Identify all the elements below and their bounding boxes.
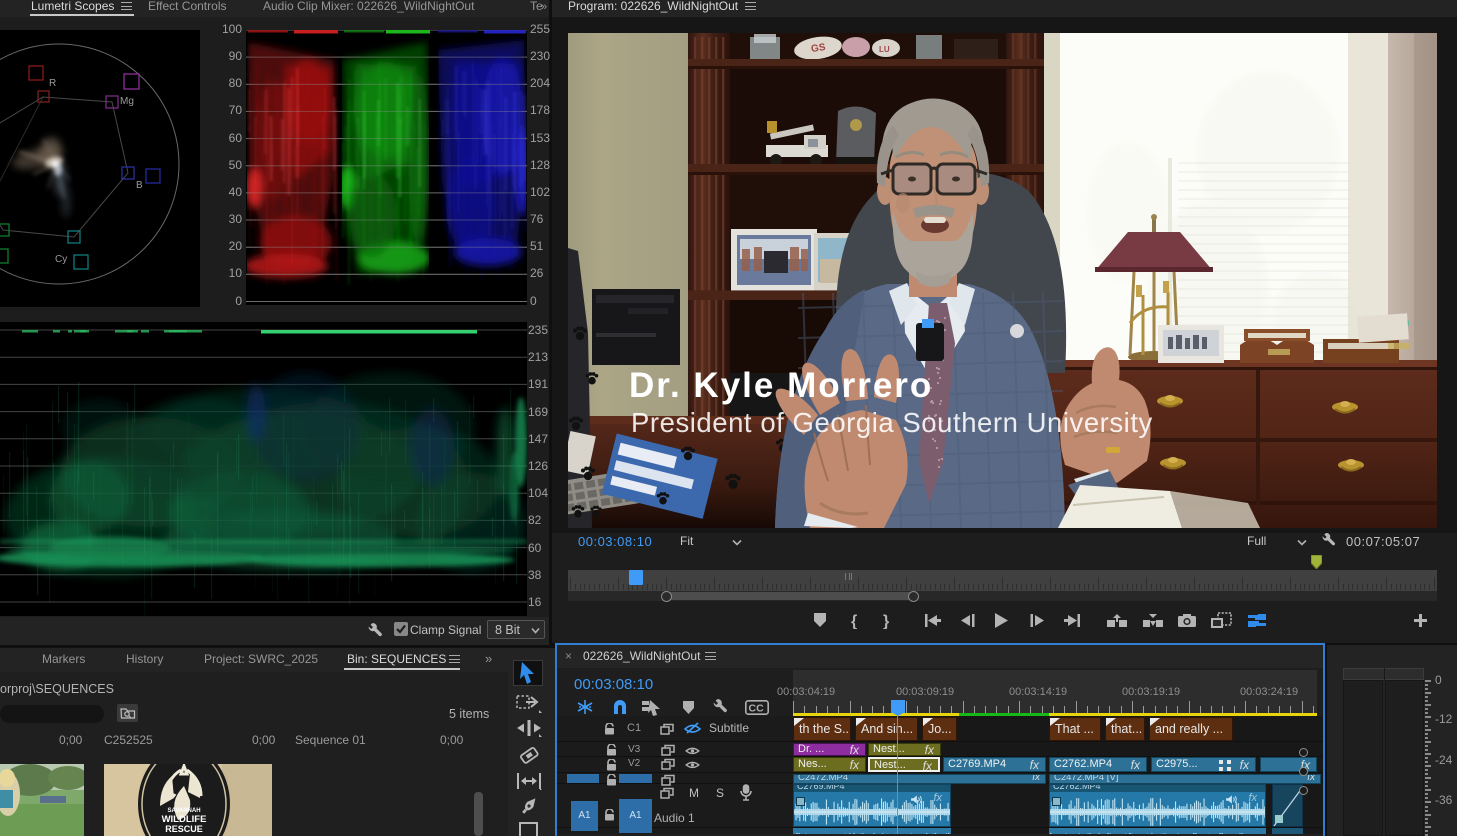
svg-text:}: } <box>883 613 889 629</box>
svg-text:{: { <box>851 613 857 629</box>
svg-text:R: R <box>49 78 56 89</box>
svg-text:RESCUE: RESCUE <box>165 824 203 834</box>
svg-text:Cy: Cy <box>55 254 67 265</box>
svg-text:President of Georgia Southern: President of Georgia Southern University <box>631 407 1153 438</box>
svg-text:LU: LU <box>879 45 890 54</box>
svg-text:GS: GS <box>810 42 826 55</box>
svg-text:Mg: Mg <box>120 96 134 107</box>
svg-text:Dr. Kyle Morrero: Dr. Kyle Morrero <box>629 366 933 405</box>
svg-text:CC: CC <box>749 703 765 715</box>
svg-text:B: B <box>136 180 143 191</box>
